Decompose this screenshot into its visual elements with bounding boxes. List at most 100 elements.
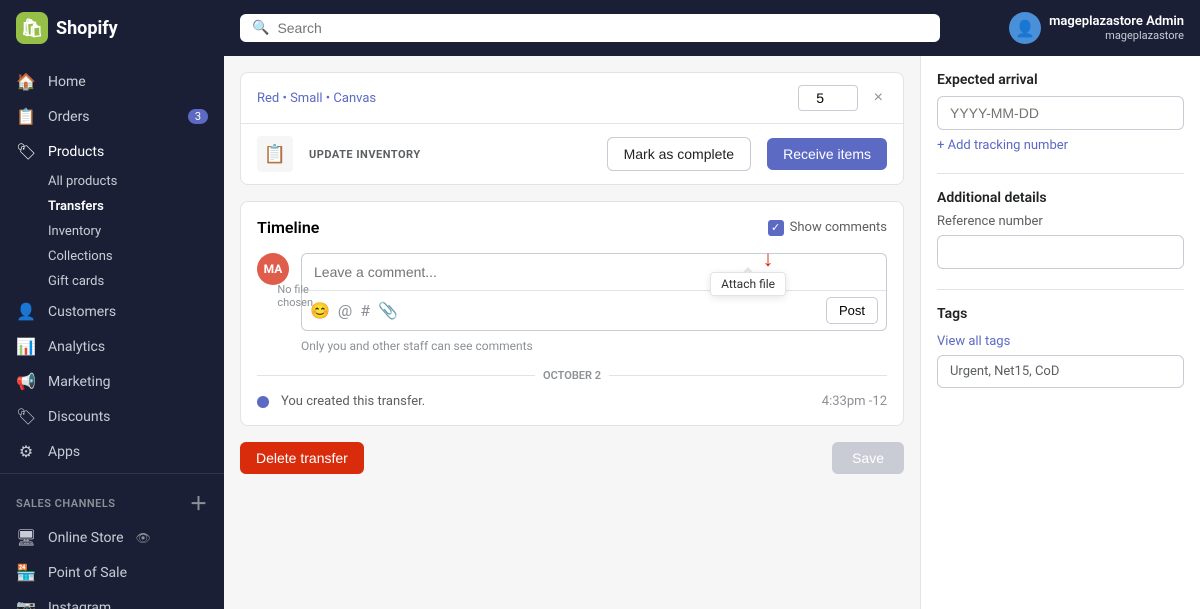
sidebar-item-home[interactable]: 🏠 Home <box>0 64 224 99</box>
product-variant-text: Red • Small • Canvas <box>257 91 376 106</box>
sidebar-item-products[interactable]: 🏷 Products <box>0 134 224 169</box>
mention-icon[interactable]: @ <box>338 301 352 320</box>
sidebar-item-label: Marketing <box>48 374 111 390</box>
search-input[interactable] <box>277 20 928 36</box>
post-comment-button[interactable]: Post <box>826 297 878 324</box>
sidebar-item-instagram[interactable]: 📷 Instagram <box>0 590 224 609</box>
timeline-header: Timeline ✓ Show comments <box>257 218 887 237</box>
sales-channels-label: SALES CHANNELS ＋ <box>0 478 224 520</box>
add-tracking-link[interactable]: + Add tracking number <box>937 138 1068 153</box>
reference-number-input[interactable] <box>937 235 1184 269</box>
tags-value: Urgent, Net15, CoD <box>950 364 1059 379</box>
orders-badge: 3 <box>188 109 208 124</box>
product-row: Red • Small • Canvas × <box>241 73 903 124</box>
show-comments-label: Show comments <box>790 220 887 235</box>
sidebar-item-analytics[interactable]: 📊 Analytics <box>0 329 224 364</box>
quantity-input[interactable] <box>798 85 858 111</box>
sidebar-item-orders[interactable]: 📋 Orders 3 <box>0 99 224 134</box>
attach-arrow-indicator: ↓ Attach file <box>730 246 806 296</box>
update-inventory-label: UPDATE INVENTORY <box>309 148 421 161</box>
subnav-inventory[interactable]: Inventory <box>0 219 224 244</box>
attach-tooltip: Attach file <box>710 272 786 296</box>
comment-area: MA 😊 @ # 📎 No file chosen Post <box>257 253 887 331</box>
view-all-tags-link[interactable]: View all tags <box>937 334 1010 349</box>
comment-input-wrapper: 😊 @ # 📎 No file chosen Post ↓ <box>301 253 887 331</box>
subnav-transfers[interactable]: Transfers <box>0 194 224 219</box>
event-text: You created this transfer. <box>281 394 425 409</box>
tags-label: Tags <box>937 306 1184 322</box>
sidebar-item-discounts[interactable]: 🏷 Discounts <box>0 399 224 434</box>
event-time: 4:33pm -12 <box>822 394 887 409</box>
sidebar-item-customers[interactable]: 👤 Customers <box>0 294 224 329</box>
sidebar-item-label: Customers <box>48 304 116 320</box>
delete-transfer-button[interactable]: Delete transfer <box>240 442 364 474</box>
sidebar-item-marketing[interactable]: 📢 Marketing <box>0 364 224 399</box>
search-bar: 🔍 <box>240 14 940 42</box>
topbar: 🔍 👤 mageplazastore Admin mageplazastore <box>224 0 1200 56</box>
subnav-collections[interactable]: Collections <box>0 244 224 269</box>
subnav-all-products[interactable]: All products <box>0 169 224 194</box>
user-store: mageplazastore <box>1049 29 1184 42</box>
show-comments-checkbox[interactable]: ✓ <box>768 220 784 236</box>
sidebar-item-label: Online Store <box>48 530 124 546</box>
pos-icon: 🏪 <box>16 563 36 582</box>
online-store-eye-icon[interactable]: 👁 <box>136 531 151 545</box>
sidebar-item-apps[interactable]: ⚙ Apps <box>0 434 224 469</box>
save-button[interactable]: Save <box>832 442 904 474</box>
customers-icon: 👤 <box>16 302 36 321</box>
timeline-card: Timeline ✓ Show comments MA 😊 @ # <box>240 201 904 426</box>
section-divider-2 <box>937 289 1184 290</box>
center-panel: Red • Small • Canvas × 📋 UPDATE INVENTOR… <box>224 56 920 609</box>
products-icon: 🏷 <box>16 142 36 161</box>
update-inventory-bar: 📋 UPDATE INVENTORY Mark as complete Rece… <box>241 124 903 184</box>
section-divider <box>937 173 1184 174</box>
sidebar-item-label: Products <box>48 144 104 160</box>
discounts-icon: 🏷 <box>16 407 36 426</box>
mark-complete-button[interactable]: Mark as complete <box>607 137 751 171</box>
comment-hint: Only you and other staff can see comment… <box>301 339 887 353</box>
sidebar-item-point-of-sale[interactable]: 🏪 Point of Sale <box>0 555 224 590</box>
search-icon: 🔍 <box>252 20 269 36</box>
avatar: 👤 <box>1009 12 1041 44</box>
sidebar-nav: 🏠 Home 📋 Orders 3 🏷 Products All product… <box>0 56 224 609</box>
attach-file-icon[interactable]: 📎 No file chosen <box>378 301 398 320</box>
date-divider-label: OCTOBER 2 <box>543 369 601 382</box>
home-icon: 🏠 <box>16 72 36 91</box>
page-footer: Delete transfer Save <box>240 426 904 490</box>
hashtag-icon[interactable]: # <box>360 301 370 320</box>
additional-details-section: Additional details Reference number <box>937 190 1184 269</box>
receive-items-button[interactable]: Receive items <box>767 138 887 170</box>
product-card: Red • Small • Canvas × 📋 UPDATE INVENTOR… <box>240 72 904 185</box>
marketing-icon: 📢 <box>16 372 36 391</box>
no-file-label: No file chosen <box>277 283 313 309</box>
show-comments-toggle[interactable]: ✓ Show comments <box>768 220 887 236</box>
update-inventory-icon: 📋 <box>257 136 293 172</box>
products-subnav: All products Transfers Inventory Collect… <box>0 169 224 294</box>
divider-line-right <box>609 375 887 376</box>
user-name: mageplazastore Admin <box>1049 14 1184 29</box>
content-wrapper: Red • Small • Canvas × 📋 UPDATE INVENTOR… <box>224 56 1200 609</box>
online-store-icon: 🖥 <box>16 528 36 547</box>
tags-section: Tags View all tags Urgent, Net15, CoD <box>937 306 1184 388</box>
user-info: mageplazastore Admin mageplazastore <box>1049 14 1184 42</box>
timeline-event: You created this transfer. 4:33pm -12 <box>257 394 887 409</box>
sidebar-item-label: Apps <box>48 444 80 460</box>
app-name: Shopify <box>56 18 118 39</box>
sidebar-item-label: Orders <box>48 109 90 125</box>
subnav-gift-cards[interactable]: Gift cards <box>0 269 224 294</box>
additional-details-title: Additional details <box>937 190 1184 206</box>
reference-number-label: Reference number <box>937 214 1184 229</box>
logo-bag-icon: 🛍 <box>16 12 48 44</box>
shopify-logo[interactable]: 🛍 Shopify <box>16 12 118 44</box>
sidebar-item-label: Discounts <box>48 409 110 425</box>
sidebar-item-online-store[interactable]: 🖥 Online Store 👁 <box>0 520 224 555</box>
sidebar-item-label: Home <box>48 74 86 90</box>
remove-product-button[interactable]: × <box>870 85 887 111</box>
tags-input[interactable]: Urgent, Net15, CoD <box>937 355 1184 388</box>
expected-arrival-label: Expected arrival <box>937 72 1184 88</box>
apps-icon: ⚙ <box>16 442 36 461</box>
expected-arrival-section: Expected arrival + Add tracking number <box>937 72 1184 153</box>
expected-arrival-input[interactable] <box>937 96 1184 130</box>
add-sales-channel-icon[interactable]: ＋ <box>190 490 209 516</box>
sidebar: 🛍 Shopify 🏠 Home 📋 Orders 3 🏷 Products A… <box>0 0 224 609</box>
